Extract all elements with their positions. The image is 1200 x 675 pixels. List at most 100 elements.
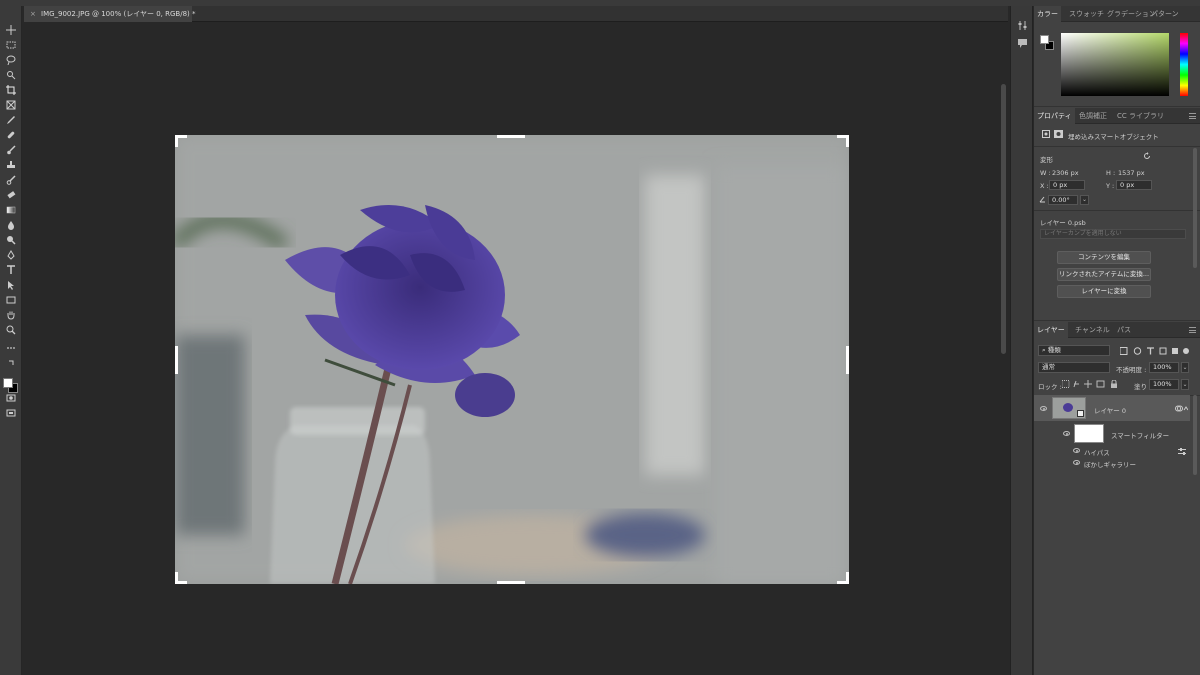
- layer-row-blur-gallery[interactable]: ぼかしギャラリー: [1034, 457, 1190, 469]
- properties-scrollbar[interactable]: [1193, 148, 1197, 268]
- edit-contents-button[interactable]: コンテンツを編集: [1057, 251, 1151, 264]
- resize-handle-bottom[interactable]: [497, 581, 525, 584]
- type-icon[interactable]: [4, 264, 18, 276]
- x-position-field[interactable]: 0 px: [1049, 180, 1085, 190]
- reset-transform-icon[interactable]: [1143, 152, 1151, 160]
- layer-filter-select[interactable]: ⌕ 種類: [1038, 345, 1110, 356]
- opacity-field[interactable]: 100%: [1149, 362, 1179, 373]
- dodge-icon[interactable]: [4, 234, 18, 246]
- panel-dock-icons: [1010, 6, 1033, 675]
- eyedropper-icon[interactable]: [4, 114, 18, 126]
- close-tab-icon[interactable]: ×: [30, 6, 38, 22]
- angle-dropdown[interactable]: ⌄: [1080, 195, 1089, 205]
- eraser-icon[interactable]: [4, 189, 18, 201]
- fill-dropdown[interactable]: ⌄: [1181, 379, 1189, 390]
- angle-icon: [1039, 196, 1045, 203]
- move-icon[interactable]: [4, 24, 18, 36]
- high-pass-eye-icon[interactable]: [1073, 448, 1080, 453]
- layer-row-layer-0[interactable]: レイヤー 0: [1034, 395, 1190, 421]
- color-picker-field[interactable]: [1061, 33, 1169, 96]
- rectangle-icon[interactable]: [4, 294, 18, 306]
- document-image[interactable]: [175, 135, 849, 584]
- layers-panel-tabs: レイヤー チャンネル パス: [1034, 322, 1200, 338]
- tab-layers[interactable]: レイヤー: [1034, 322, 1068, 338]
- path-select-icon[interactable]: [4, 279, 18, 291]
- tab-channels[interactable]: チャンネル: [1072, 322, 1113, 338]
- canvas-area[interactable]: [23, 23, 1008, 675]
- layer-name[interactable]: レイヤー 0: [1094, 405, 1126, 415]
- gradient-icon[interactable]: [4, 204, 18, 216]
- y-position-field[interactable]: 0 px: [1116, 180, 1152, 190]
- angle-field[interactable]: 0.00°: [1048, 195, 1078, 205]
- tab-adjustments[interactable]: 色調補正: [1076, 108, 1110, 124]
- zoom-icon[interactable]: [4, 324, 18, 336]
- crop-icon[interactable]: [4, 84, 18, 96]
- foreground-color[interactable]: [3, 378, 13, 388]
- layer-filter-icons[interactable]: [1120, 347, 1190, 355]
- quick-mask-icon[interactable]: [4, 392, 18, 404]
- stamp-icon[interactable]: [4, 159, 18, 171]
- visibility-eye-icon[interactable]: [1040, 406, 1047, 411]
- right-panel-column: カラー スウォッチ グラデーション パターン プロパティ 色調補正 CC ライブ…: [1034, 6, 1200, 675]
- tab-properties[interactable]: プロパティ: [1034, 108, 1075, 124]
- comment-icon[interactable]: [1017, 38, 1028, 49]
- height-value[interactable]: 1537 px: [1118, 169, 1145, 177]
- hue-slider[interactable]: [1180, 33, 1188, 96]
- document-tab[interactable]: × IMG_9002.JPG @ 100% (レイヤー 0, RGB/8) *: [24, 6, 195, 22]
- blur-icon[interactable]: [4, 219, 18, 231]
- object-type-label: 埋め込みスマートオブジェクト: [1068, 133, 1159, 141]
- layer-row-smart-filters[interactable]: スマートフィルター: [1034, 421, 1190, 445]
- blend-mode-select[interactable]: 通常: [1038, 362, 1110, 373]
- filter-effects-icon[interactable]: [1175, 405, 1188, 412]
- smart-filters-eye-icon[interactable]: [1063, 431, 1070, 436]
- resize-handle-top-right[interactable]: [837, 135, 849, 147]
- tab-color[interactable]: カラー: [1034, 6, 1061, 22]
- transform-label: 変形: [1040, 156, 1053, 164]
- panel-menu-icon[interactable]: [1189, 113, 1196, 119]
- resize-handle-left[interactable]: [175, 346, 178, 374]
- resize-handle-top-left[interactable]: [175, 135, 187, 147]
- hand-icon[interactable]: [4, 309, 18, 321]
- swap-colors-icon[interactable]: [4, 357, 18, 369]
- tab-swatches[interactable]: スウォッチ: [1066, 6, 1107, 22]
- tab-paths[interactable]: パス: [1114, 322, 1134, 338]
- frame-icon[interactable]: [4, 99, 18, 111]
- convert-to-linked-button[interactable]: リンクされたアイテムに変換...: [1057, 268, 1151, 281]
- resize-handle-top[interactable]: [497, 135, 525, 138]
- photoshop-window: ×IMG_9002.JPG @ 100% (レイヤー 0, RGB/8) *: [0, 0, 1200, 675]
- tab-cc-libraries[interactable]: CC ライブラリ: [1114, 108, 1167, 124]
- history-brush-icon[interactable]: [4, 174, 18, 186]
- layers-scrollbar[interactable]: [1193, 395, 1197, 475]
- search-icon: ⌕: [1042, 346, 1046, 354]
- layers-menu-icon[interactable]: [1189, 327, 1196, 333]
- canvas-scrollbar[interactable]: [1001, 84, 1006, 354]
- width-value[interactable]: 2306 px: [1052, 169, 1079, 177]
- resize-handle-bottom-left[interactable]: [175, 572, 187, 584]
- tab-patterns[interactable]: パターン: [1148, 6, 1182, 22]
- resize-handle-right[interactable]: [846, 346, 849, 374]
- quick-select-icon[interactable]: [4, 69, 18, 81]
- convert-to-layers-button[interactable]: レイヤーに変換: [1057, 285, 1151, 298]
- color-panel-tabs: カラー スウォッチ グラデーション パターン: [1034, 6, 1200, 22]
- pen-icon[interactable]: [4, 249, 18, 261]
- marquee-icon[interactable]: [4, 39, 18, 51]
- screen-mode-icon[interactable]: [4, 407, 18, 419]
- adjust-icon[interactable]: [1017, 20, 1028, 31]
- layer-row-high-pass[interactable]: ハイパス: [1034, 445, 1190, 457]
- lock-icons[interactable]: [1062, 380, 1120, 388]
- y-label: Y :: [1106, 182, 1115, 190]
- resize-handle-bottom-right[interactable]: [837, 572, 849, 584]
- opacity-dropdown[interactable]: ⌄: [1181, 362, 1189, 373]
- layer-comp-select[interactable]: レイヤーカンプを適用しない: [1040, 229, 1186, 239]
- more-icon[interactable]: [4, 342, 18, 354]
- mask-icon[interactable]: [1054, 130, 1063, 138]
- blur-gallery-eye-icon[interactable]: [1073, 460, 1080, 465]
- lasso-icon[interactable]: [4, 54, 18, 66]
- document-tab-bar: × IMG_9002.JPG @ 100% (レイヤー 0, RGB/8) *: [24, 6, 1008, 22]
- brush-icon[interactable]: [4, 144, 18, 156]
- color-fg-swatch[interactable]: [1040, 35, 1049, 44]
- healing-icon[interactable]: [4, 129, 18, 141]
- fill-field[interactable]: 100%: [1149, 379, 1179, 390]
- blending-options-icon[interactable]: [1178, 448, 1186, 455]
- filter-mask-thumbnail[interactable]: [1074, 424, 1104, 443]
